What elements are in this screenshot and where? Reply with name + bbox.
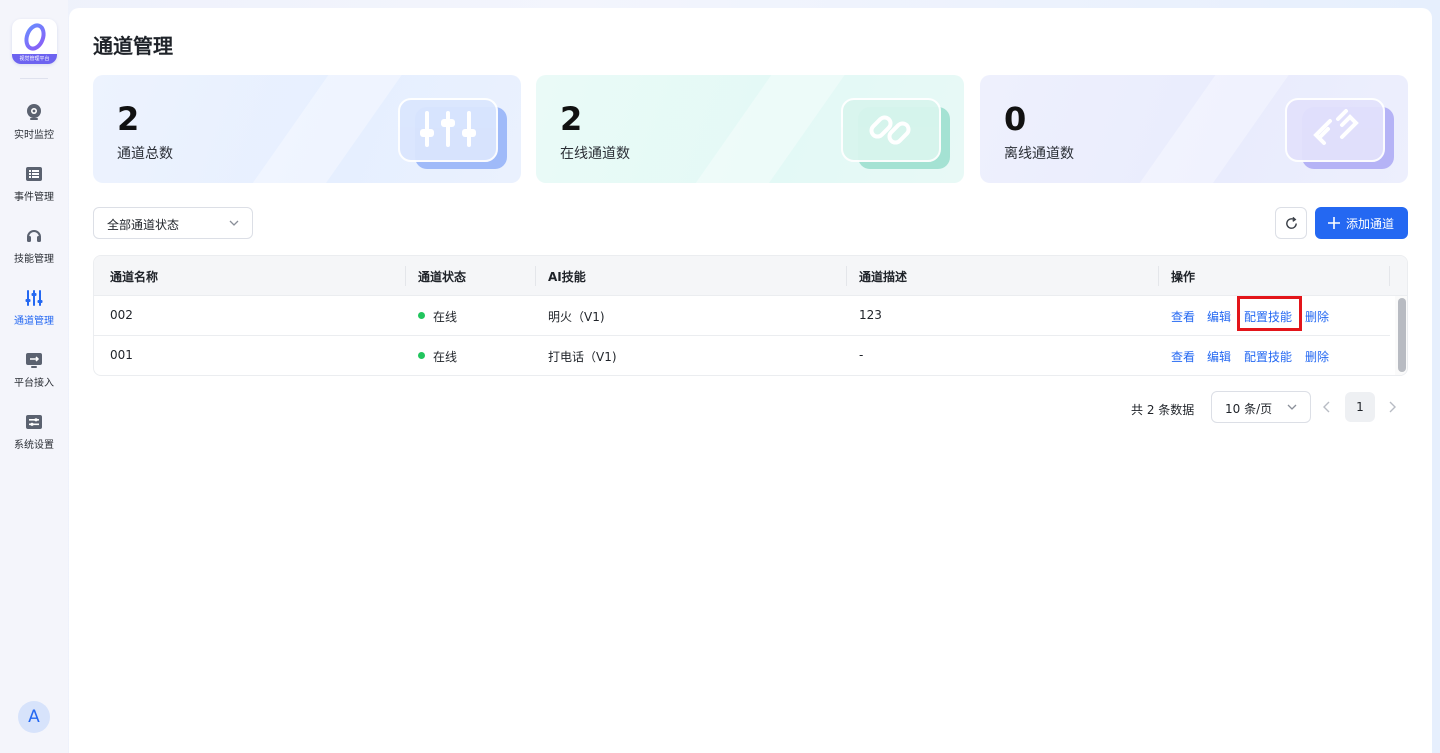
unlink-icon	[1285, 98, 1394, 169]
view-link[interactable]: 查看	[1171, 308, 1195, 325]
highlight-box	[1237, 296, 1302, 331]
page-title: 通道管理	[93, 34, 173, 58]
online-status-dot	[418, 352, 425, 359]
card-decoration	[241, 75, 405, 183]
cell-description: 123	[859, 308, 882, 322]
channel-table: 通道名称 通道状态 AI技能 通道描述 操作 002 在线 明火（V1) 123…	[93, 255, 1408, 376]
stat-label: 离线通道数	[1004, 146, 1074, 162]
sidebar-item-platform-access[interactable]: 平台接入	[0, 344, 68, 400]
table-row[interactable]: 002 在线 明火（V1) 123 查看 编辑 配置技能 删除	[94, 296, 1390, 336]
sidebar-item-label: 技能管理	[14, 254, 54, 265]
column-separator	[1158, 266, 1159, 286]
edit-link[interactable]: 编辑	[1207, 308, 1231, 325]
select-value: 全部通道状态	[107, 218, 180, 232]
sidebar: 视觉管理平台 实时监控 事件管理 技能管理 通道管理 平台接入 系统设置 A	[0, 0, 68, 753]
sidebar-item-realtime-monitor[interactable]: 实时监控	[0, 96, 68, 152]
cell-channel-name: 002	[110, 308, 133, 322]
cell-channel-status: 在线	[433, 310, 458, 324]
app-logo[interactable]: 视觉管理平台	[12, 19, 57, 64]
chevron-left-icon[interactable]	[1321, 400, 1333, 414]
view-link[interactable]: 查看	[1171, 348, 1195, 365]
column-header-name: 通道名称	[110, 270, 159, 284]
column-separator	[405, 266, 406, 286]
column-header-ai-skill: AI技能	[548, 270, 586, 284]
cell-channel-status: 在线	[433, 350, 458, 364]
stat-label: 通道总数	[117, 146, 173, 162]
stat-value: 2	[560, 100, 583, 138]
sidebar-item-label: 事件管理	[14, 192, 54, 203]
page-number[interactable]: 1	[1345, 392, 1375, 422]
table-row[interactable]: 001 在线 打电话（V1) - 查看 编辑 配置技能 删除	[94, 336, 1390, 375]
plus-icon	[1328, 217, 1340, 229]
table-header: 通道名称 通道状态 AI技能 通道描述 操作	[94, 256, 1407, 296]
column-header-status: 通道状态	[418, 270, 467, 284]
headset-icon	[27, 230, 41, 242]
column-separator	[535, 266, 536, 286]
stat-value: 0	[1004, 100, 1027, 138]
sidebar-item-event-management[interactable]: 事件管理	[0, 158, 68, 214]
sidebar-item-label: 平台接入	[14, 378, 54, 389]
delete-link[interactable]: 删除	[1305, 308, 1329, 325]
settings-panel-icon	[26, 415, 42, 429]
user-avatar[interactable]: A	[18, 701, 50, 733]
logo-mark-icon	[24, 23, 46, 51]
sidebar-item-channel-management[interactable]: 通道管理	[0, 282, 68, 338]
add-channel-button[interactable]: 添加通道	[1315, 207, 1408, 239]
chevron-right-icon[interactable]	[1386, 400, 1398, 414]
refresh-icon	[1286, 216, 1297, 229]
sidebar-item-system-settings[interactable]: 系统设置	[0, 406, 68, 462]
chevron-down-icon	[229, 220, 239, 226]
sidebar-item-skill-management[interactable]: 技能管理	[0, 220, 68, 276]
edit-link[interactable]: 编辑	[1207, 348, 1231, 365]
select-value: 10 条/页	[1225, 402, 1273, 416]
sliders-icon	[398, 98, 507, 169]
channel-status-select[interactable]: 全部通道状态	[93, 207, 253, 239]
cell-ai-skill: 打电话（V1)	[548, 350, 617, 364]
sidebar-item-label: 通道管理	[14, 316, 54, 327]
page-size-select[interactable]: 10 条/页	[1211, 391, 1311, 423]
column-header-description: 通道描述	[859, 270, 908, 284]
card-decoration	[684, 75, 848, 183]
online-status-dot	[418, 312, 425, 319]
stat-value: 2	[117, 100, 140, 138]
scrollbar-thumb[interactable]	[1398, 298, 1406, 372]
main-panel: 通道管理 2 通道总数 2 在线通道数 0 离线通道数 全部通道状态 添加通道 …	[69, 8, 1432, 753]
monitor-eye-icon	[27, 104, 41, 120]
platform-link-icon	[26, 353, 42, 368]
chevron-down-icon	[1287, 404, 1297, 410]
pagination-total: 共 2 条数据	[1131, 403, 1195, 417]
link-icon	[841, 98, 950, 169]
sidebar-item-label: 系统设置	[14, 440, 54, 451]
stat-card-total: 2 通道总数	[93, 75, 521, 183]
sliders-icon	[25, 290, 43, 306]
column-header-actions: 操作	[1171, 270, 1196, 284]
add-channel-label: 添加通道	[1346, 217, 1395, 231]
cell-ai-skill: 明火（V1)	[548, 310, 605, 324]
stat-label: 在线通道数	[560, 146, 630, 162]
column-separator	[1389, 266, 1390, 286]
table-scrollbar[interactable]	[1395, 296, 1407, 375]
stat-card-online: 2 在线通道数	[536, 75, 964, 183]
stat-card-offline: 0 离线通道数	[980, 75, 1408, 183]
cell-description: -	[859, 348, 864, 362]
refresh-button[interactable]	[1275, 207, 1307, 239]
sidebar-item-label: 实时监控	[14, 130, 54, 141]
sidebar-divider	[20, 78, 48, 79]
card-decoration	[1128, 75, 1292, 183]
logo-caption: 视觉管理平台	[12, 54, 57, 64]
column-separator	[846, 266, 847, 286]
configure-skill-link[interactable]: 配置技能	[1244, 348, 1292, 365]
event-list-icon	[26, 167, 42, 181]
delete-link[interactable]: 删除	[1305, 348, 1329, 365]
cell-channel-name: 001	[110, 348, 133, 362]
